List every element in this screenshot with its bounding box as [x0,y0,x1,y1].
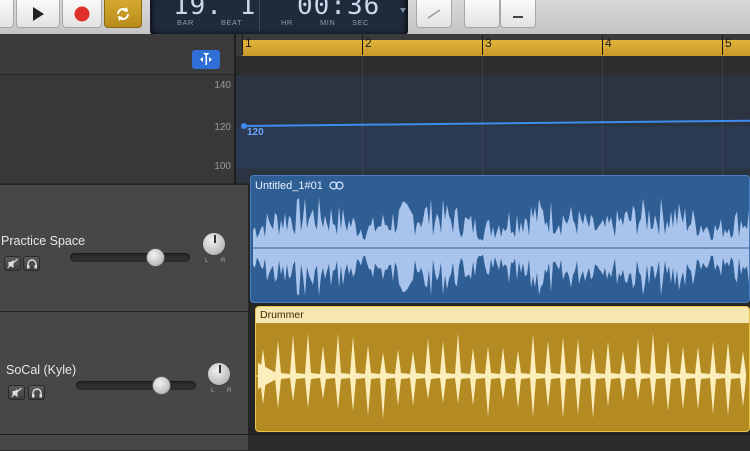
tempo-lane-fill [236,126,750,169]
volume-slider-knob[interactable] [152,376,171,395]
cycle-button[interactable] [104,0,142,28]
grid-line [482,75,483,183]
drummer-waveform [256,332,746,420]
catch-icon [200,53,212,65]
bar-tick [242,35,243,55]
bar-tick [602,35,603,55]
tuner-icon [427,8,441,19]
audio-region[interactable]: Untitled_1#01 [250,175,750,303]
rewind-button[interactable] [0,0,14,28]
headphones-icon [31,387,42,397]
drum-hits [256,332,746,420]
audio-waveform [251,197,749,297]
count-in-button[interactable] [464,0,500,28]
track-header-practice-space[interactable]: Practice Space L R [0,184,248,311]
grid-line [722,75,723,183]
tempo-scale-140: 140 [214,80,231,91]
record-button[interactable] [62,0,102,28]
grid-line [482,56,483,75]
solo-button[interactable] [28,385,45,400]
min-caption: MIN [320,18,336,27]
tempo-track-header: 140 120 100 [0,75,234,183]
mute-button[interactable] [8,385,25,400]
bar-number-3: 3 [485,36,492,50]
pan-left-label: L [211,388,215,394]
volume-slider-knob[interactable] [146,248,165,267]
lcd-separator [259,0,260,31]
volume-slider[interactable] [76,381,196,390]
hr-caption: HR [281,18,293,27]
play-icon [33,6,44,21]
play-button[interactable] [16,0,60,28]
solo-button[interactable] [23,256,40,271]
mute-button[interactable] [4,256,21,271]
tempo-scale-100: 100 [214,161,231,172]
track-header-socal-kyle[interactable]: SoCal (Kyle) L R [0,311,248,436]
lcd-display[interactable]: 19. 1 BAR BEAT 00:36 HR MIN SEC [150,0,408,36]
sec-caption: SEC [352,18,369,27]
pan-right-label: R [221,258,226,264]
grid-line [602,75,603,183]
metronome-icon [513,15,523,18]
bar-number-1: 1 [245,36,252,50]
ruler-lower [236,56,750,76]
bar-tick [722,35,723,55]
waveform-shape [253,197,749,297]
catch-playhead-button[interactable] [192,50,220,69]
bar-caption: BAR [177,18,194,27]
track-name[interactable]: SoCal (Kyle) [6,363,76,377]
grid-line [362,75,363,183]
bar-tick [362,35,363,55]
mute-icon [7,258,18,268]
metronome-button[interactable] [500,0,536,28]
track-name[interactable]: Practice Space [1,234,85,248]
grid-line [362,56,363,75]
grid-line [602,56,603,75]
volume-slider[interactable] [70,253,190,262]
beat-caption: BEAT [221,18,243,27]
grid-line [722,56,723,75]
pan-right-label: R [227,388,232,394]
pan-knob[interactable] [202,232,226,256]
drummer-region[interactable]: Drummer [255,306,750,432]
waveform-center [251,247,749,249]
cycle-area[interactable] [242,40,750,56]
lcd-menu-arrow-icon[interactable] [400,8,406,13]
headphones-icon [26,258,37,268]
bar-number-2: 2 [365,36,372,50]
mute-icon [11,387,22,397]
pan-knob[interactable] [207,362,231,386]
tempo-value-label: 120 [247,127,264,138]
bar-number-5: 5 [725,36,732,50]
tuner-button[interactable] [416,0,452,28]
track-header-toolbar [0,34,234,75]
empty-track-header [0,435,248,450]
cycle-icon [117,6,129,21]
record-icon [74,6,90,21]
tempo-scale-120: 120 [214,122,231,133]
pan-left-label: L [205,258,209,264]
control-bar: 19. 1 BAR BEAT 00:36 HR MIN SEC [0,0,750,36]
bar-tick [482,35,483,55]
bar-number-4: 4 [605,36,612,50]
